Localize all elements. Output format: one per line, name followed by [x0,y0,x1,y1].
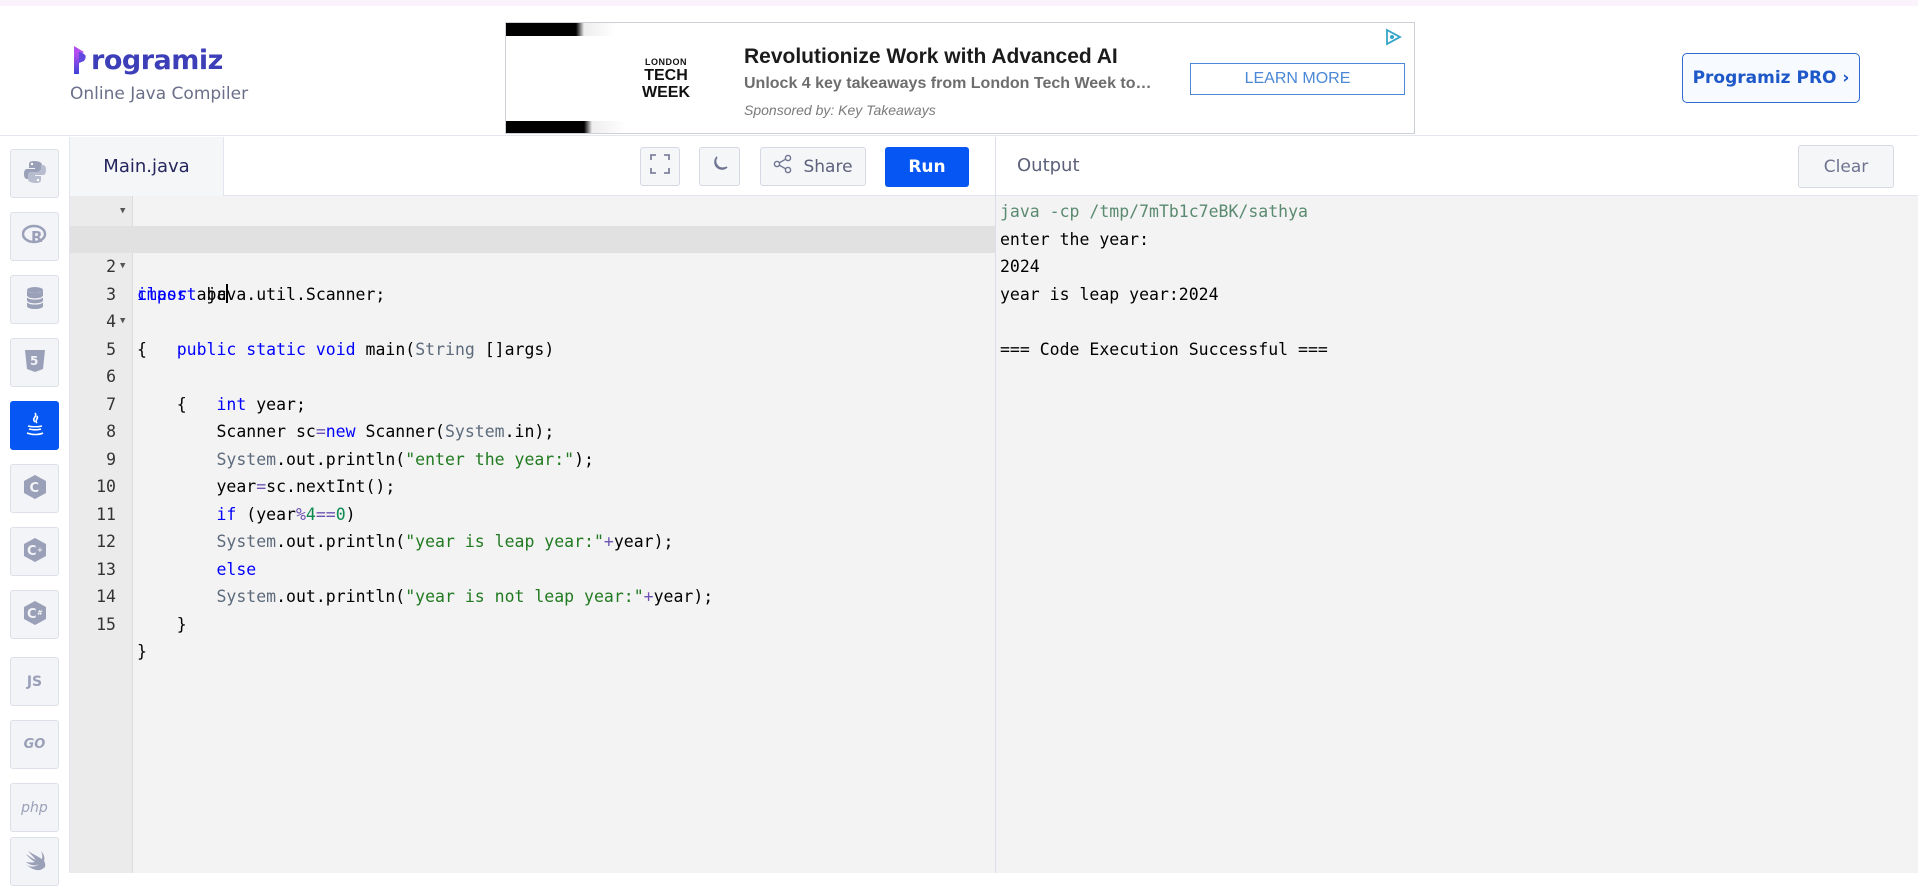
code-line-active[interactable]: 2 class abc [70,225,995,304]
programiz-logo[interactable]: rogramiz [72,40,223,80]
output-line: enter the year: [1000,229,1150,249]
code-line[interactable]: 13 System.out.println("year is not leap … [70,528,995,607]
output-line: year is leap year:2024 [1000,284,1219,304]
code-line[interactable]: 1 ▼ import java.util.Scanner; [70,198,995,304]
ad-title[interactable]: Revolutionize Work with Advanced AI [744,45,1118,69]
language-sidebar: R 5 C C + C # JS GO php [0,137,70,886]
learn-more-button[interactable]: LEARN MORE [1190,63,1405,95]
c-icon: C [22,474,48,504]
code-line[interactable]: 15 } [70,583,995,662]
svg-text:R: R [31,228,43,246]
sidebar-item-swift[interactable] [10,837,59,886]
tab-main-java[interactable]: Main.java [70,137,224,196]
code-line[interactable]: 9 year=sc.nextInt(); [70,418,995,497]
ad-brand-line2: TECH [644,67,688,84]
code-line[interactable]: 4 public static void main(String []args) [70,281,995,359]
code-line[interactable]: 3 ▼ { [70,253,995,359]
ad-banner[interactable]: LONDON TECH WEEK Revolutionize Work with… [505,22,1415,134]
ad-image-bar-top [506,23,734,36]
adchoices-icon[interactable] [1384,28,1402,46]
code-line[interactable]: 8 System.out.println("enter the year:"); [70,391,995,469]
moon-icon [710,154,730,179]
share-label: Share [803,156,853,177]
sidebar-item-csharp[interactable]: C # [10,590,59,639]
line-number: 15 [96,614,116,634]
output-console[interactable]: java -cp /tmp/7mTb1c7eBK/sathya enter th… [996,196,1918,873]
sidebar-item-cpp[interactable]: C + [10,527,59,576]
go-label: GO [23,737,46,752]
sidebar-item-r[interactable]: R [10,212,59,261]
svg-text:C: C [29,481,39,496]
share-icon [773,154,793,179]
header: rogramiz Online Java Compiler LONDON TEC… [0,6,1918,136]
sidebar-item-c[interactable]: C [10,464,59,513]
r-icon: R [21,222,48,252]
svg-text:#: # [37,609,43,617]
code-text: } [137,614,187,634]
sidebar-item-javascript[interactable]: JS [10,657,59,706]
svg-text:C: C [27,607,37,622]
ad-description[interactable]: Unlock 4 key takeaways from London Tech … [744,75,1164,93]
logo-mark-icon [72,44,90,76]
programiz-pro-button[interactable]: Programiz PRO › [1682,53,1860,103]
swift-icon [22,847,48,877]
output-line: === Code Execution Successful === [1000,339,1328,359]
fullscreen-button[interactable] [640,147,680,186]
code-text: } [137,642,147,661]
svg-text:C: C [27,544,37,559]
ad-brand-line1: LONDON [645,57,687,67]
ad-sponsor: Sponsored by: Key Takeaways [744,102,936,118]
code-line[interactable]: 10 if (year%4==0) [70,446,995,524]
editor-toolbar: Main.java Share Run [70,137,995,196]
fold-arrow-icon[interactable]: ▼ [120,253,125,281]
sidebar-item-php[interactable]: php [10,783,59,832]
database-icon [22,285,48,315]
sidebar-item-sql[interactable] [10,275,59,324]
ad-image-bar-bottom [506,121,734,133]
fold-arrow-icon[interactable]: ▼ [120,308,125,336]
output-title: Output [1017,155,1080,176]
code-line[interactable]: 6 int year; [70,336,995,414]
code-line[interactable]: 14 } [70,556,995,634]
share-button[interactable]: Share [760,147,866,186]
fold-arrow-icon[interactable]: ▼ [120,198,125,226]
run-button[interactable]: Run [885,147,969,187]
output-line: java -cp /tmp/7mTb1c7eBK/sathya [1000,202,1308,221]
html5-icon: 5 [22,348,48,378]
clear-button[interactable]: Clear [1798,145,1894,188]
output-header: Output Clear [996,137,1918,196]
logo-text: rogramiz [91,44,223,76]
ad-brand-logo: LONDON TECH WEEK [626,57,706,101]
java-icon [22,411,48,441]
python-icon [22,159,48,189]
code-line[interactable]: 11 System.out.println("year is leap year… [70,473,995,552]
ad-brand-line3: WEEK [642,84,690,101]
page-subtitle: Online Java Compiler [70,84,249,104]
javascript-label: JS [26,673,43,690]
svg-text:+: + [37,546,43,554]
ad-image[interactable]: LONDON TECH WEEK [506,23,734,133]
code-line[interactable]: 5 ▼ { [70,308,995,414]
sidebar-item-html[interactable]: 5 [10,338,59,387]
code-line[interactable]: 7 Scanner sc=new Scanner(System.in); [70,363,995,442]
sidebar-item-go[interactable]: GO [10,720,59,769]
fullscreen-icon [650,154,670,179]
output-line: 2024 [1000,257,1040,276]
theme-toggle-button[interactable] [699,147,740,186]
code-line[interactable]: 12 else [70,501,995,579]
csharp-icon: C # [22,600,48,630]
sidebar-item-java[interactable] [10,401,59,450]
svg-text:5: 5 [30,354,38,368]
sidebar-item-python[interactable] [10,149,59,198]
cpp-icon: C + [22,537,48,567]
code-editor[interactable]: 1 ▼ import java.util.Scanner; 2 class ab… [70,196,995,873]
php-label: php [21,799,48,816]
